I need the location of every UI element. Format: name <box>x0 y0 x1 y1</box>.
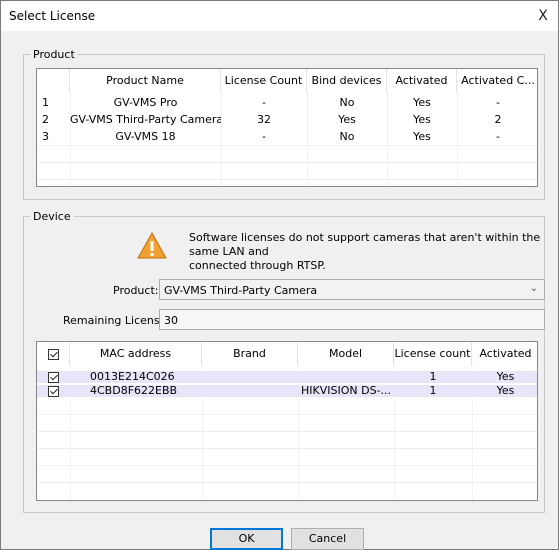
warning-message-line1: Software licenses do not support cameras… <box>189 231 541 258</box>
bind-devices-cell: No <box>339 131 355 143</box>
empty-row-line <box>37 414 537 415</box>
product-name-cell: GV-VMS Pro <box>113 97 178 109</box>
column-header-brand[interactable]: Brand <box>202 342 298 366</box>
bind-devices-cell: No <box>339 97 355 109</box>
activated-cell: Yes <box>413 97 431 109</box>
column-header-activated-count[interactable]: Activated C... <box>457 69 537 93</box>
select-license-dialog: Select License X Product Product Name Li… <box>0 0 559 550</box>
product-group-label: Product <box>33 48 75 61</box>
empty-row-line <box>37 179 537 180</box>
ok-button[interactable]: OK <box>210 528 283 550</box>
model-cell: HIKVISION DS-... <box>300 385 392 397</box>
remaining-license-label: Remaining License: <box>63 314 171 327</box>
empty-row-line <box>37 465 537 466</box>
remaining-license-field: 30 <box>159 309 545 330</box>
empty-row-line <box>37 431 537 432</box>
license-count-cell: 1 <box>429 385 437 397</box>
product-select-value: GV-VMS Third-Party Camera <box>164 284 318 297</box>
license-count-cell: 1 <box>429 371 437 383</box>
select-all-column-header[interactable] <box>37 342 70 366</box>
column-header-activated[interactable]: Activated <box>472 342 537 366</box>
warning-message-line2: connected through RTSP. <box>189 259 326 272</box>
column-header-mac[interactable]: MAC address <box>70 342 202 366</box>
device-row[interactable]: 0013E214C026 1 Yes <box>37 371 537 383</box>
title-bar: Select License X <box>1 1 558 31</box>
empty-row-line <box>37 482 537 483</box>
device-table-header: MAC address Brand Model License count Ac… <box>37 342 537 366</box>
activated-cell: Yes <box>413 131 431 143</box>
device-checkbox-cell[interactable] <box>37 371 70 383</box>
activated-cell: Yes <box>496 385 515 397</box>
product-label: Product: <box>113 284 159 297</box>
table-row[interactable]: 2 GV-VMS Third-Party Camera 32 Yes Yes 2 <box>37 114 537 126</box>
device-group-label: Device <box>33 210 71 223</box>
column-header-license-count[interactable]: License Count <box>221 69 307 93</box>
empty-row-line <box>37 448 537 449</box>
activated-count-cell: 2 <box>494 114 502 126</box>
activated-cell: Yes <box>496 371 515 383</box>
empty-row-line <box>37 145 537 146</box>
license-count-cell: - <box>262 97 266 109</box>
bind-devices-cell: Yes <box>338 114 356 126</box>
close-icon[interactable]: X <box>528 1 558 31</box>
select-all-checkbox[interactable] <box>47 348 59 360</box>
column-header-model[interactable]: Model <box>298 342 394 366</box>
license-count-cell: - <box>262 131 266 143</box>
product-table-header: Product Name License Count Bind devices … <box>37 69 537 93</box>
dialog-title: Select License <box>9 9 96 23</box>
mac-cell: 0013E214C026 <box>90 371 175 383</box>
empty-row-line <box>37 162 537 163</box>
product-select[interactable]: GV-VMS Third-Party Camera ⌄ <box>159 279 545 300</box>
warning-triangle-icon <box>137 232 167 259</box>
device-checkbox-cell[interactable] <box>37 385 70 397</box>
warning-message: Software licenses do not support cameras… <box>189 231 544 273</box>
row-number: 3 <box>42 131 49 143</box>
device-checkbox[interactable] <box>48 371 59 383</box>
column-header-bind-devices[interactable]: Bind devices <box>307 69 387 93</box>
row-number: 2 <box>42 114 49 126</box>
row-number: 1 <box>42 97 49 109</box>
license-count-cell: 32 <box>257 114 271 126</box>
column-header-activated[interactable]: Activated <box>387 69 457 93</box>
remaining-license-value: 30 <box>164 314 178 327</box>
model-cell <box>298 371 394 383</box>
device-row[interactable]: 4CBD8F622EBB HIKVISION DS-... 1 Yes <box>37 385 537 397</box>
column-header-product-name[interactable]: Product Name <box>70 69 221 93</box>
mac-cell: 4CBD8F622EBB <box>90 385 178 397</box>
product-table[interactable]: Product Name License Count Bind devices … <box>36 68 538 187</box>
cancel-button[interactable]: Cancel <box>291 528 364 550</box>
brand-cell <box>202 385 298 397</box>
activated-count-cell: - <box>496 97 500 109</box>
device-checkbox[interactable] <box>48 385 59 397</box>
device-table[interactable]: MAC address Brand Model License count Ac… <box>36 341 538 501</box>
brand-cell <box>202 371 298 383</box>
product-name-cell: GV-VMS Third-Party Camera <box>70 114 221 126</box>
column-header-license-count[interactable]: License count <box>394 342 472 366</box>
chevron-down-icon[interactable]: ⌄ <box>530 283 538 294</box>
table-row[interactable]: 1 GV-VMS Pro - No Yes - <box>37 97 537 109</box>
activated-count-cell: - <box>496 131 500 143</box>
column-header[interactable] <box>37 69 70 93</box>
activated-cell: Yes <box>413 114 431 126</box>
product-name-cell: GV-VMS 18 <box>115 131 176 143</box>
table-row[interactable]: 3 GV-VMS 18 - No Yes - <box>37 131 537 143</box>
